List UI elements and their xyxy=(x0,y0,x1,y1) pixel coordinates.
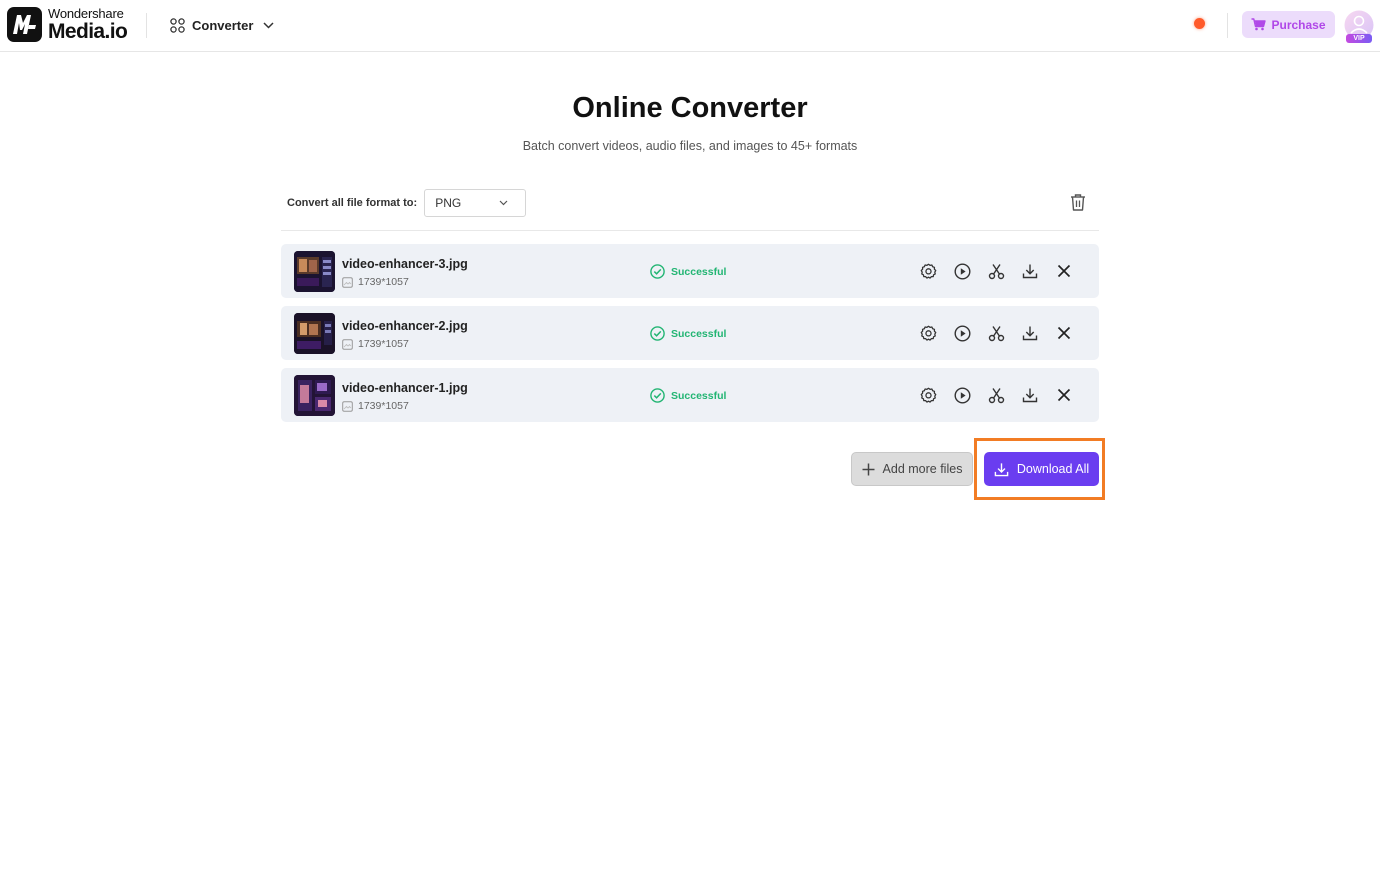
add-more-files-button[interactable]: Add more files xyxy=(851,452,973,486)
settings-icon xyxy=(920,263,936,279)
close-icon xyxy=(1057,388,1071,402)
file-row: video-enhancer-2.jpg 1739*1057 Successfu… xyxy=(281,306,1099,360)
file-list: video-enhancer-3.jpg 1739*1057 Successfu… xyxy=(281,244,1099,430)
row-actions xyxy=(919,386,1089,404)
download-all-button[interactable]: Download All xyxy=(984,452,1099,486)
row-actions xyxy=(919,324,1089,342)
close-icon xyxy=(1057,264,1071,278)
play-icon xyxy=(953,386,971,404)
play-button[interactable] xyxy=(953,262,971,280)
download-all-label: Download All xyxy=(1016,462,1090,476)
chevron-down-icon xyxy=(263,21,274,29)
logo-mark-icon xyxy=(7,7,42,42)
image-file-icon xyxy=(342,400,353,412)
remove-button[interactable] xyxy=(1055,386,1073,404)
purchase-button[interactable]: Purchase xyxy=(1242,11,1335,38)
file-row: video-enhancer-1.jpg 1739*1057 Successfu… xyxy=(281,368,1099,422)
scissors-icon xyxy=(988,325,1004,341)
page-title: Online Converter xyxy=(572,92,808,124)
section-divider xyxy=(281,230,1099,231)
trim-button[interactable] xyxy=(987,324,1005,342)
file-name: video-enhancer-1.jpg xyxy=(342,381,468,395)
remove-button[interactable] xyxy=(1055,262,1073,280)
apps-grid-icon xyxy=(170,17,185,33)
converter-nav-label: Converter xyxy=(192,17,254,33)
remove-button[interactable] xyxy=(1055,324,1073,342)
play-button[interactable] xyxy=(953,386,971,404)
status-label: Successful xyxy=(671,265,727,278)
header-divider xyxy=(146,13,147,38)
scissors-icon xyxy=(988,263,1004,279)
row-actions xyxy=(919,262,1089,280)
header-divider xyxy=(1227,13,1228,38)
download-icon xyxy=(1022,326,1038,341)
file-row: video-enhancer-3.jpg 1739*1057 Successfu… xyxy=(281,244,1099,298)
download-button[interactable] xyxy=(1021,324,1039,342)
download-icon xyxy=(1022,264,1038,279)
trash-icon xyxy=(1071,194,1085,211)
close-icon xyxy=(1057,326,1071,340)
check-circle-icon xyxy=(650,264,665,279)
add-more-files-label: Add more files xyxy=(882,462,963,476)
play-button[interactable] xyxy=(953,324,971,342)
plus-icon xyxy=(862,463,875,475)
converter-nav-dropdown[interactable]: Converter xyxy=(170,14,274,36)
image-file-icon xyxy=(342,276,353,288)
play-icon xyxy=(953,262,971,280)
cart-icon xyxy=(1251,18,1267,31)
file-dimensions: 1739*1057 xyxy=(358,400,409,412)
logo-brand-text: Wondershare xyxy=(48,6,124,21)
purchase-label: Purchase xyxy=(1271,17,1326,32)
chevron-down-icon xyxy=(499,200,508,206)
file-dimensions: 1739*1057 xyxy=(358,338,409,350)
file-dimensions: 1739*1057 xyxy=(358,276,409,288)
media-io-logo[interactable]: Wondershare Media.io xyxy=(7,6,128,43)
status-badge: Successful xyxy=(650,264,726,279)
page-subtitle: Batch convert videos, audio files, and i… xyxy=(522,139,858,153)
check-circle-icon xyxy=(650,326,665,341)
trim-button[interactable] xyxy=(987,386,1005,404)
file-thumbnail xyxy=(294,251,335,292)
delete-all-button[interactable] xyxy=(1069,193,1087,212)
settings-button[interactable] xyxy=(919,324,937,342)
file-thumbnail xyxy=(294,375,335,416)
check-circle-icon xyxy=(650,388,665,403)
file-thumbnail xyxy=(294,313,335,354)
format-selector-row: Convert all file format to: PNG xyxy=(287,189,527,217)
format-label: Convert all file format to: xyxy=(287,197,418,209)
scissors-icon xyxy=(988,387,1004,403)
download-icon xyxy=(994,462,1009,476)
download-button[interactable] xyxy=(1021,386,1039,404)
file-name: video-enhancer-3.jpg xyxy=(342,257,468,271)
top-header: Wondershare Media.io Converter Purchase xyxy=(0,0,1380,52)
download-button[interactable] xyxy=(1021,262,1039,280)
play-icon xyxy=(953,324,971,342)
file-name: video-enhancer-2.jpg xyxy=(342,319,468,333)
notification-dot[interactable] xyxy=(1194,18,1205,29)
status-label: Successful xyxy=(671,327,727,340)
format-dropdown[interactable]: PNG xyxy=(424,189,527,217)
user-avatar[interactable]: VIP xyxy=(1344,10,1374,43)
trim-button[interactable] xyxy=(987,262,1005,280)
status-label: Successful xyxy=(671,389,727,402)
settings-icon xyxy=(920,387,936,403)
status-badge: Successful xyxy=(650,388,726,403)
settings-button[interactable] xyxy=(919,262,937,280)
image-file-icon xyxy=(342,338,353,350)
download-icon xyxy=(1022,388,1038,403)
status-badge: Successful xyxy=(650,326,726,341)
settings-button[interactable] xyxy=(919,386,937,404)
vip-badge-label: VIP xyxy=(1353,35,1365,42)
settings-icon xyxy=(920,325,936,341)
format-value: PNG xyxy=(435,196,462,210)
logo-product-text: Media.io xyxy=(48,20,128,43)
